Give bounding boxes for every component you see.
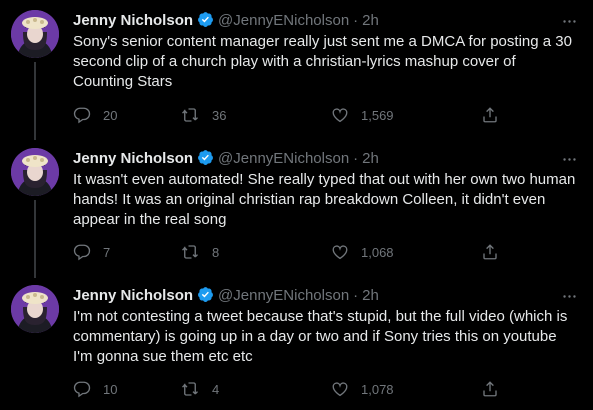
verified-badge-icon	[197, 11, 214, 34]
retweet-icon	[182, 245, 198, 259]
retweet-button[interactable]: 36	[180, 105, 226, 125]
like-button[interactable]: 1,569	[331, 105, 394, 125]
tweet-thread: Jenny Nicholson @JennyENicholson · 2h Sony'…	[0, 0, 593, 410]
reply-button[interactable]: 10	[73, 379, 117, 399]
tweet-header: Jenny Nicholson @JennyENicholson · 2h	[73, 11, 579, 31]
retweet-icon	[182, 382, 198, 396]
author-handle[interactable]: @JennyENicholson	[218, 287, 349, 304]
reply-icon	[73, 381, 91, 398]
share-icon	[483, 244, 497, 260]
more-dots-icon[interactable]	[559, 149, 579, 169]
separator: ·	[353, 287, 359, 304]
verified-badge-icon	[197, 286, 214, 309]
author-name[interactable]: Jenny Nicholson	[73, 150, 193, 167]
reply-button[interactable]: 20	[73, 105, 117, 125]
heart-icon	[332, 382, 348, 397]
tweet[interactable]: Jenny Nicholson @JennyENicholson · 2h Sony'…	[0, 0, 593, 138]
tweet-header: Jenny Nicholson @JennyENicholson · 2h	[73, 286, 579, 306]
tweet[interactable]: Jenny Nicholson @JennyENicholson · 2h I'm n…	[0, 275, 593, 410]
retweet-count: 36	[212, 107, 227, 123]
share-icon	[483, 107, 497, 123]
avatar[interactable]	[11, 10, 59, 58]
separator: ·	[353, 12, 359, 29]
timestamp[interactable]: 2h	[362, 287, 379, 304]
retweet-button[interactable]: 8	[180, 242, 219, 262]
tweet-actions: 7 8 1,068	[73, 242, 503, 262]
avatar[interactable]	[11, 148, 59, 196]
tweet-actions: 20 36 1,569	[73, 105, 503, 125]
tweet-actions: 10 4 1,078	[73, 379, 503, 399]
retweet-button[interactable]: 4	[180, 379, 219, 399]
share-icon	[483, 381, 497, 397]
author-name[interactable]: Jenny Nicholson	[73, 12, 193, 29]
reply-button[interactable]: 7	[73, 242, 110, 262]
tweet-header: Jenny Nicholson @JennyENicholson · 2h	[73, 149, 579, 169]
tweet[interactable]: Jenny Nicholson @JennyENicholson · 2h It wa…	[0, 138, 593, 276]
reply-count: 10	[103, 381, 118, 397]
retweet-icon	[182, 108, 198, 122]
author-handle[interactable]: @JennyENicholson	[218, 150, 349, 167]
timestamp[interactable]: 2h	[362, 150, 379, 167]
more-dots-icon[interactable]	[559, 286, 579, 306]
separator: ·	[353, 150, 359, 167]
tweet-text: It wasn't even automated! She really typ…	[73, 171, 576, 228]
reply-icon	[73, 107, 91, 124]
like-button[interactable]: 1,078	[331, 379, 394, 399]
like-count: 1,068	[361, 244, 394, 260]
like-count: 1,569	[361, 107, 394, 123]
share-button[interactable]	[481, 105, 499, 125]
retweet-count: 4	[212, 381, 220, 397]
reply-icon	[73, 244, 91, 261]
like-count: 1,078	[361, 381, 394, 397]
share-button[interactable]	[481, 379, 499, 399]
verified-badge-icon	[197, 149, 214, 172]
heart-icon	[332, 108, 348, 123]
reply-count: 7	[103, 244, 111, 260]
avatar-image	[11, 10, 59, 58]
share-button[interactable]	[481, 242, 499, 262]
avatar[interactable]	[11, 285, 59, 333]
retweet-count: 8	[212, 244, 220, 260]
author-handle[interactable]: @JennyENicholson	[218, 12, 349, 29]
avatar-image	[11, 148, 59, 196]
author-name[interactable]: Jenny Nicholson	[73, 287, 193, 304]
tweet-text: Sony's senior content manager really jus…	[73, 33, 572, 90]
like-button[interactable]: 1,068	[331, 242, 394, 262]
timestamp[interactable]: 2h	[362, 12, 379, 29]
reply-count: 20	[103, 107, 118, 123]
more-dots-icon[interactable]	[559, 11, 579, 31]
tweet-text: I'm not contesting a tweet because that'…	[73, 308, 568, 365]
avatar-image	[11, 285, 59, 333]
heart-icon	[332, 245, 348, 260]
